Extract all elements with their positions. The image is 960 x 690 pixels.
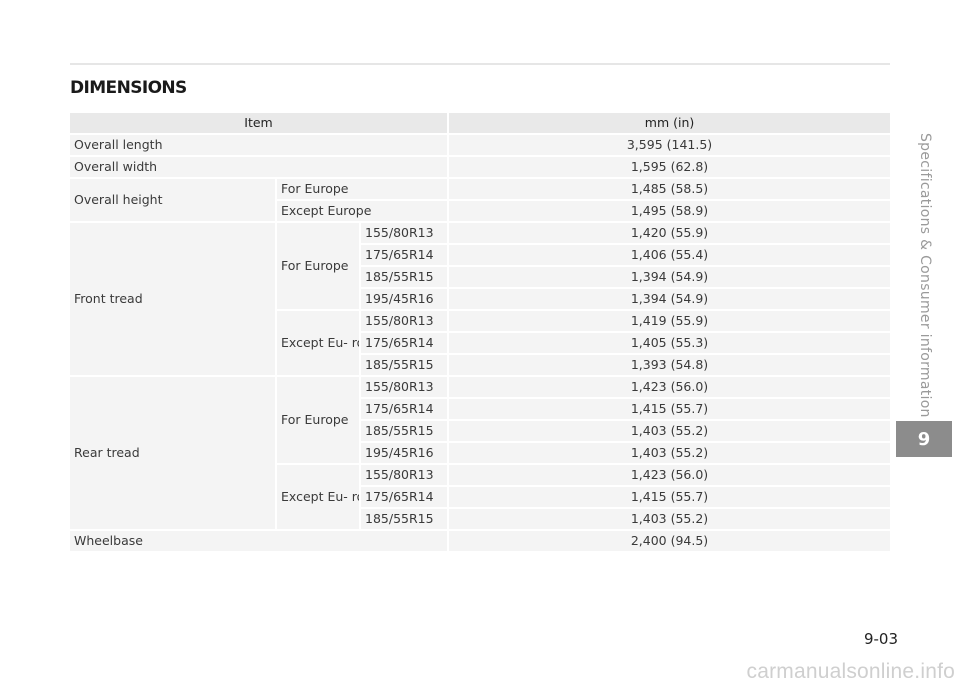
row-value: 1,415 (55.7) [447,398,891,421]
tire-size: 155/80R13 [358,464,449,487]
tire-size: 175/65R14 [358,244,449,267]
row-value: 1,393 (54.8) [447,354,891,377]
row-value: 3,595 (141.5) [447,134,891,157]
row-value: 1,403 (55.2) [447,508,891,531]
table-row: Front tread For Europe 155/80R13 1,420 (… [70,222,891,377]
top-divider [70,63,890,65]
tire-size: 195/45R16 [358,442,449,465]
header-item: Item [70,113,450,135]
table-row: Wheelbase 2,400 (94.5) [70,530,891,553]
tire-size: 175/65R14 [358,486,449,509]
row-value: 1,403 (55.2) [447,420,891,443]
row-value: 1,420 (55.9) [447,222,891,245]
region-label: For Europe [275,222,360,311]
tire-size: 185/55R15 [358,508,449,531]
header-value: mm (in) [448,113,891,135]
row-value: 1,595 (62.8) [447,156,891,179]
row-value: 1,405 (55.3) [447,332,891,355]
tire-size: 155/80R13 [358,222,449,245]
tire-size: 195/45R16 [358,288,449,311]
table-row: Overall height For Europe 1,485 (58.5) [70,178,891,223]
table-row: Overall length 3,595 (141.5) [70,134,891,157]
row-value: 1,415 (55.7) [447,486,891,509]
watermark: carmanualsonline.info [746,660,955,683]
tire-size: 155/80R13 [358,310,449,333]
row-value: 1,423 (56.0) [447,376,891,399]
table-row: Rear tread For Europe 155/80R13 1,423 (5… [70,376,891,531]
row-label: Overall height [70,178,276,223]
row-value: 1,495 (58.9) [447,200,891,223]
tire-size: 185/55R15 [358,266,449,289]
chapter-tab[interactable]: 9 [896,421,952,457]
dimensions-table: Item mm (in) Overall length 3,595 (141.5… [70,113,891,553]
row-label: Overall length [70,134,449,157]
tire-size: 155/80R13 [358,376,449,399]
table-row: Overall width 1,595 (62.8) [70,156,891,179]
row-label: Overall width [70,156,449,179]
row-value: 2,400 (94.5) [447,530,891,553]
table-header-row: Item mm (in) [70,113,891,135]
tire-size: 175/65R14 [358,332,449,355]
row-value: 1,485 (58.5) [447,178,891,201]
region-label: Except Europe [274,200,449,223]
section-title: DIMENSIONS [70,78,187,98]
row-value: 1,394 (54.9) [447,266,891,289]
region-label: For Europe [275,376,360,465]
page-number: 9-03 [863,630,898,648]
tire-size: 175/65R14 [358,398,449,421]
row-value: 1,423 (56.0) [447,464,891,487]
row-label: Wheelbase [70,530,449,553]
chapter-title-vertical: Specifications & Consumer information [917,133,933,418]
row-label: Rear tread [70,376,276,531]
region-label: For Europe [274,178,449,201]
row-value: 1,394 (54.9) [447,288,891,311]
row-value: 1,403 (55.2) [447,442,891,465]
tire-size: 185/55R15 [358,354,449,377]
chapter-number: 9 [917,428,931,450]
row-value: 1,419 (55.9) [447,310,891,333]
tire-size: 185/55R15 [358,420,449,443]
row-label: Front tread [70,222,276,377]
region-label: Except Eu- rope [275,310,360,377]
region-label: Except Eu- rope [275,464,360,531]
row-value: 1,406 (55.4) [447,244,891,267]
